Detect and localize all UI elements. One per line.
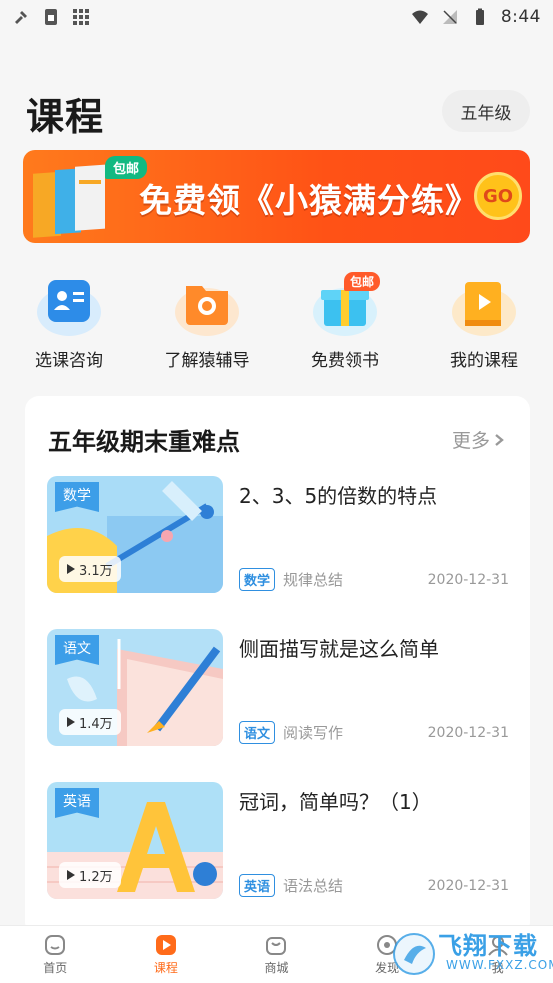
course-thumbnail: 数学 3.1万 xyxy=(47,476,223,593)
tab-label: 首页 xyxy=(43,960,68,975)
quick-entry-my-courses[interactable]: 我的课程 xyxy=(415,272,553,371)
course-category: 阅读写作 xyxy=(283,724,344,742)
page-title: 课程 xyxy=(26,95,105,139)
quick-entry-label: 选课咨询 xyxy=(35,351,103,371)
quick-entry-about[interactable]: 了解猿辅导 xyxy=(138,272,276,371)
contact-card-icon xyxy=(37,280,101,336)
play-icon xyxy=(67,870,75,880)
quick-entry-consult[interactable]: 选课咨询 xyxy=(0,272,138,371)
course-title: 侧面描写就是这么简单 xyxy=(239,637,439,661)
wifi-icon xyxy=(411,10,428,24)
view-count: 3.1万 xyxy=(59,556,121,582)
promo-banner[interactable]: 包邮 免费领《小猿满分练》 GO xyxy=(23,150,530,243)
quick-entry-label: 免费领书 xyxy=(311,351,379,371)
course-meta: 语文 阅读写作 2020-12-31 xyxy=(239,721,509,744)
course-thumbnail: 英语 1.2万 xyxy=(47,782,223,899)
subject-tag: 数学 xyxy=(239,568,276,591)
watermark-url: WWW.FXXZ.COM xyxy=(446,958,553,972)
subject-tag: 英语 xyxy=(239,874,276,897)
status-time: 8:44 xyxy=(500,7,541,27)
course-date: 2020-12-31 xyxy=(427,724,509,741)
banner-headline: 免费领《小猿满分练》 xyxy=(139,181,479,220)
sim-card-icon xyxy=(45,9,57,25)
play-icon xyxy=(67,564,75,574)
apps-grid-icon xyxy=(73,9,89,25)
no-signal-icon xyxy=(442,10,457,24)
course-date: 2020-12-31 xyxy=(427,877,509,894)
quick-entries: 选课咨询 了解猿辅导 免费领书 包邮 我的课程 xyxy=(0,272,553,372)
more-link[interactable]: 更多 xyxy=(452,426,506,453)
course-item[interactable]: 英语 1.2万 冠词，简单吗？（1） 英语 语法总结 2020-12-31 xyxy=(47,782,509,902)
course-item[interactable]: 数学 3.1万 2、3、5的倍数的特点 数学 规律总结 2020-12-31 xyxy=(47,476,509,596)
course-title: 冠词，简单吗？（1） xyxy=(239,790,432,814)
status-bar: 8:44 xyxy=(0,0,553,34)
grade-selector-button[interactable]: 五年级 xyxy=(442,90,530,132)
course-category: 语法总结 xyxy=(283,877,344,895)
tab-courses[interactable]: 课程 xyxy=(111,926,222,983)
chevron-right-icon xyxy=(495,433,504,446)
course-thumbnail: 语文 1.4万 xyxy=(47,629,223,746)
course-category: 规律总结 xyxy=(283,571,344,589)
video-book-icon xyxy=(452,282,516,336)
tab-label: 课程 xyxy=(153,960,178,975)
cleaner-icon xyxy=(15,11,27,24)
go-button[interactable]: GO xyxy=(474,172,522,220)
play-icon xyxy=(67,717,75,727)
view-count-value: 1.4万 xyxy=(79,716,113,732)
subject-tag: 语文 xyxy=(239,721,276,744)
course-date: 2020-12-31 xyxy=(427,571,509,588)
view-count: 1.4万 xyxy=(59,709,121,735)
folder-icon xyxy=(175,286,239,336)
watermark-text: 飞翔下载 xyxy=(438,932,538,960)
play-icon xyxy=(155,934,176,955)
section-title: 五年级期末重难点 xyxy=(48,428,240,456)
course-title: 2、3、5的倍数的特点 xyxy=(239,484,438,508)
course-item[interactable]: 语文 1.4万 侧面描写就是这么简单 语文 阅读写作 2020-12-31 xyxy=(47,629,509,749)
battery-icon xyxy=(475,8,484,25)
view-count-value: 1.2万 xyxy=(79,869,113,885)
quick-entry-label: 我的课程 xyxy=(450,351,518,371)
tab-shop[interactable]: 商城 xyxy=(221,926,332,983)
course-meta: 数学 规律总结 2020-12-31 xyxy=(239,568,509,591)
tab-home[interactable]: 首页 xyxy=(0,926,111,983)
home-icon xyxy=(45,934,66,955)
free-shipping-badge: 包邮 xyxy=(344,272,381,291)
view-count: 1.2万 xyxy=(59,862,121,888)
quick-entry-label: 了解猿辅导 xyxy=(164,351,250,371)
key-points-card: 五年级期末重难点 更多 数学 3.1万 2、3、5的倍数的特点 数学 规律总结 xyxy=(25,396,530,936)
tab-label: 商城 xyxy=(264,960,289,975)
more-label: 更多 xyxy=(451,430,490,452)
shop-bag-icon xyxy=(266,936,287,955)
course-meta: 英语 语法总结 2020-12-31 xyxy=(239,874,509,897)
view-count-value: 3.1万 xyxy=(79,563,113,579)
